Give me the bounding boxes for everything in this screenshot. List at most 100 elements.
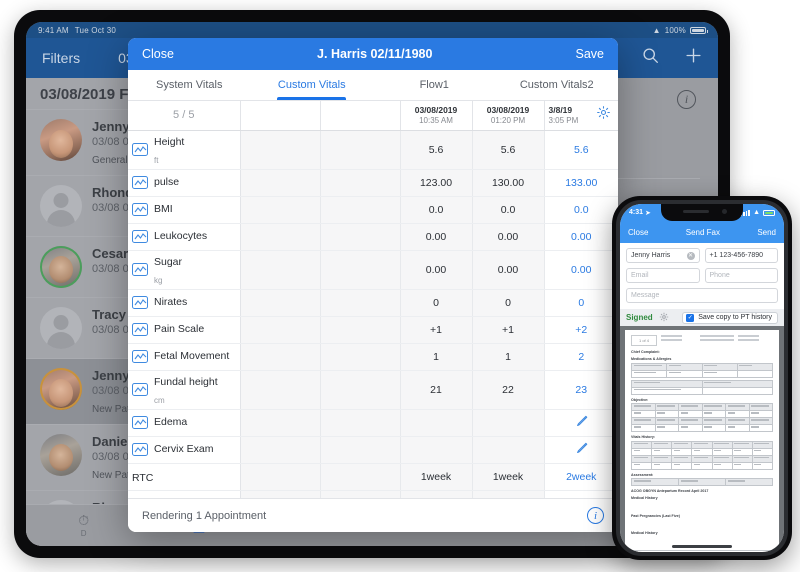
chart-icon[interactable] [132,176,148,189]
table-row[interactable]: Edema [128,409,618,437]
send-button[interactable]: Send [757,228,776,237]
cell-empty[interactable] [320,289,401,317]
save-button[interactable]: Save [576,47,605,61]
cell-empty[interactable] [240,196,321,224]
cell-empty[interactable] [320,250,401,290]
cell-visit-1[interactable]: 21 [400,370,473,410]
tab-flow1[interactable]: Flow1 [373,70,496,100]
table-row[interactable]: Provider pj pj tk [128,490,618,498]
row-label-cell[interactable]: BMI [128,196,241,224]
cell-current[interactable]: 0.00 [544,250,618,290]
chart-icon[interactable] [132,443,148,456]
recipient-name-field[interactable]: Jenny Harris ✕ [626,248,700,263]
pencil-icon[interactable] [574,414,589,432]
cell-visit-2[interactable]: 0 [472,289,545,317]
cell-empty[interactable] [240,223,321,251]
cell-current-edit[interactable] [544,409,618,437]
plus-icon[interactable] [685,47,702,69]
cell-current[interactable]: 0.0 [544,196,618,224]
cell-empty[interactable] [240,490,321,498]
tab-custom-vitals2[interactable]: Custom Vitals2 [496,70,619,100]
cell-current[interactable]: 133.00 [544,169,618,197]
row-label-cell[interactable]: Height ft [128,130,241,170]
email-field[interactable]: Email [626,268,700,283]
table-row[interactable]: RTC 1week 1week 2week [128,463,618,491]
cell-visit-2[interactable]: 1week [472,463,545,491]
chart-icon[interactable] [132,416,148,429]
table-row[interactable]: Pain Scale +1 +1 +2 [128,316,618,344]
cell-current[interactable]: tk [544,490,618,498]
chart-icon[interactable] [132,203,148,216]
row-label-cell[interactable]: Edema [128,409,241,437]
chart-icon[interactable] [132,263,148,276]
cell-empty[interactable] [240,130,321,170]
cell-current[interactable]: +2 [544,316,618,344]
document-preview[interactable]: 1 of 4 Chief Complaint: Medications & Al… [620,326,784,552]
cell-visit-1[interactable]: 0.00 [400,223,473,251]
cell-current[interactable]: 2week [544,463,618,491]
cell-empty[interactable] [320,343,401,371]
cell-visit-1[interactable]: 0.00 [400,250,473,290]
cell-visit-2[interactable]: 1 [472,343,545,371]
cell-visit-2[interactable]: 22 [472,370,545,410]
filters-button[interactable]: Filters [42,50,80,66]
chart-icon[interactable] [132,230,148,243]
cell-visit-1[interactable] [400,436,473,464]
chart-icon[interactable] [132,296,148,309]
column-header-visit-2[interactable]: 03/08/2019 01:20 PM [472,101,545,131]
table-row[interactable]: Leukocytes 0.00 0.00 0.00 [128,223,618,251]
cell-visit-2[interactable]: 0.00 [472,223,545,251]
cell-empty[interactable] [240,289,321,317]
tab-system-vitals[interactable]: System Vitals [128,70,251,100]
row-label-cell[interactable]: RTC [128,463,241,491]
close-button[interactable]: Close [142,47,174,61]
cell-visit-2[interactable]: 0.0 [472,196,545,224]
table-row[interactable]: Fetal Movement 1 1 2 [128,343,618,371]
table-row[interactable]: Height ft 5.6 5.6 5.6 [128,130,618,170]
clear-icon[interactable]: ✕ [686,251,695,260]
fax-number-field[interactable]: +1 123-456-7890 [704,248,778,263]
save-copy-checkbox[interactable]: ✓ Save copy to PT history [682,311,778,324]
gear-icon[interactable] [596,105,611,125]
cell-visit-1[interactable]: 1 [400,343,473,371]
pencil-icon[interactable] [574,441,589,459]
column-header-visit-1[interactable]: 03/08/2019 10:35 AM [400,101,473,131]
cell-empty[interactable] [320,409,401,437]
cell-visit-2[interactable]: 5.6 [472,130,545,170]
cell-current-edit[interactable] [544,436,618,464]
cell-empty[interactable] [240,463,321,491]
row-label-cell[interactable]: pulse [128,169,241,197]
table-row[interactable]: Sugar kg 0.00 0.00 0.00 [128,250,618,290]
cell-visit-2[interactable] [472,409,545,437]
phone-field[interactable]: Phone [704,268,778,283]
cell-visit-2[interactable]: 130.00 [472,169,545,197]
cell-visit-2[interactable]: pj [472,490,545,498]
search-icon[interactable] [642,47,659,69]
cell-empty[interactable] [240,343,321,371]
cell-empty[interactable] [240,169,321,197]
cell-empty[interactable] [320,130,401,170]
message-field[interactable]: Message [626,288,778,303]
cell-empty[interactable] [240,409,321,437]
chart-icon[interactable] [132,323,148,336]
cell-empty[interactable] [240,370,321,410]
table-row[interactable]: BMI 0.0 0.0 0.0 [128,196,618,224]
cell-empty[interactable] [320,169,401,197]
cell-visit-1[interactable]: 0 [400,289,473,317]
gear-icon[interactable] [659,309,669,327]
table-row[interactable]: Fundal height cm 21 22 23 [128,370,618,410]
vitals-table-container[interactable]: 5 / 5 03/08/2019 10:35 AM 03/08/2019 01:… [128,101,618,498]
cell-current[interactable]: 23 [544,370,618,410]
cell-empty[interactable] [320,196,401,224]
cell-empty[interactable] [320,223,401,251]
cell-visit-1[interactable]: 0.0 [400,196,473,224]
cell-visit-1[interactable]: 123.00 [400,169,473,197]
row-label-cell[interactable]: Fundal height cm [128,370,241,410]
cell-visit-2[interactable] [472,436,545,464]
cell-empty[interactable] [320,463,401,491]
table-row[interactable]: pulse 123.00 130.00 133.00 [128,169,618,197]
row-label-cell[interactable]: Provider [128,490,241,498]
cell-current[interactable]: 0 [544,289,618,317]
cell-visit-1[interactable]: pj [400,490,473,498]
chart-icon[interactable] [132,383,148,396]
